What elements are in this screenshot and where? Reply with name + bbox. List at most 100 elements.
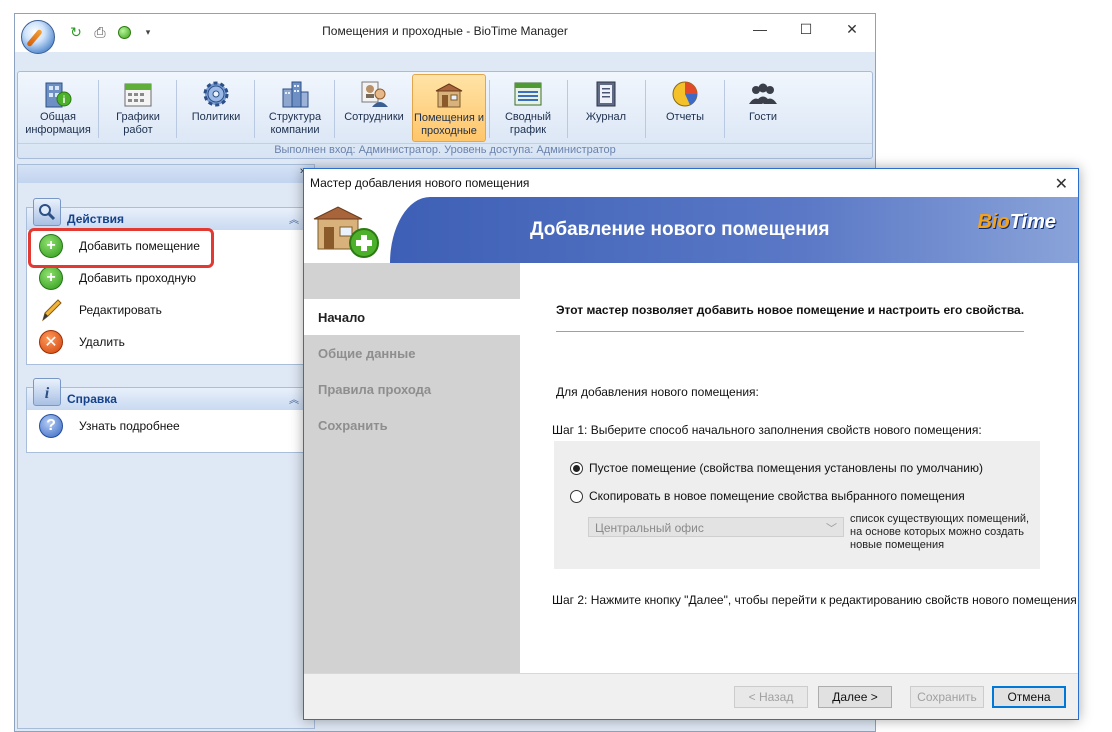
step-general-data[interactable]: Общие данные <box>304 335 520 371</box>
ribbon-guests[interactable]: Гости <box>728 74 798 142</box>
help-group: i Справка ︽ ? Узнать подробнее <box>26 378 306 453</box>
title-bar: ↻ ⎙ ▾ Помещения и проходные - BioTime Ma… <box>15 14 875 54</box>
ribbon-separator <box>645 80 646 138</box>
wizard-banner: Добавление нового помещения BioTime <box>304 197 1078 263</box>
highlight-frame <box>28 228 214 268</box>
actions-group-header[interactable]: Действия ︽ <box>27 198 305 230</box>
search-icon <box>33 198 61 226</box>
house-add-icon <box>312 203 382 259</box>
ribbon-label: Сводный график <box>504 111 552 136</box>
chevron-down-icon: ﹀ <box>826 523 837 535</box>
window-controls: — ☐ ✕ <box>737 14 875 44</box>
ribbon-separator <box>567 80 568 138</box>
learn-more-action[interactable]: ? Узнать подробнее <box>27 410 305 442</box>
help-icon: ? <box>39 414 63 438</box>
delete-action[interactable]: ✕ Удалить <box>27 326 305 358</box>
ribbon-summary-schedule[interactable]: Сводный график <box>492 74 564 142</box>
info-icon: i <box>33 378 61 406</box>
wizard-content: Этот мастер позволяет добавить новое пом… <box>520 263 1078 673</box>
wizard-close-button[interactable]: ✕ <box>1055 174 1068 194</box>
chevron-up-icon[interactable]: ︽ <box>289 211 299 226</box>
intro-text: Этот мастер позволяет добавить новое пом… <box>556 303 1025 317</box>
panel-collapse-button[interactable]: » <box>18 165 314 183</box>
ribbon-label: Журнал <box>585 111 627 123</box>
logo-text: Time <box>1009 211 1056 233</box>
guests-icon <box>746 78 780 110</box>
journal-icon <box>589 78 623 110</box>
login-status: Выполнен вход: Администратор. Уровень до… <box>18 143 872 158</box>
back-button[interactable]: < Назад <box>734 686 808 708</box>
wizard-title-bar: Мастер добавления нового помещения ✕ <box>304 169 1078 197</box>
add-room-wizard: Мастер добавления нового помещения ✕ Доб… <box>303 168 1079 720</box>
wizard-footer: < Назад Далее > Сохранить Отмена <box>304 673 1078 719</box>
ribbon-reports[interactable]: Отчеты <box>648 74 722 142</box>
ribbon: i Общая информация Графики работ Политик… <box>17 71 873 159</box>
ribbon-label: Гости <box>748 111 778 123</box>
wizard-title: Мастер добавления нового помещения <box>310 176 530 190</box>
ribbon-general-info[interactable]: i Общая информация <box>20 74 96 142</box>
ribbon-separator <box>489 80 490 138</box>
radio-unchecked[interactable] <box>570 489 583 503</box>
svg-text:i: i <box>63 95 66 106</box>
gear-icon <box>199 78 233 110</box>
logo-text: Bio <box>977 211 1010 233</box>
cancel-button[interactable]: Отмена <box>992 686 1066 708</box>
company-structure-icon <box>278 78 312 110</box>
radio-checked[interactable] <box>570 461 583 475</box>
ribbon-journal[interactable]: Журнал <box>570 74 642 142</box>
ribbon-separator <box>254 80 255 138</box>
ribbon-company-structure[interactable]: Структура компании <box>258 74 332 142</box>
ribbon-schedules[interactable]: Графики работ <box>102 74 174 142</box>
banner-title: Добавление нового помещения <box>530 219 830 240</box>
calendar-icon <box>121 78 155 110</box>
pencil-icon <box>39 298 63 322</box>
actions-group-title: Действия <box>67 212 125 226</box>
option-copy-room[interactable]: Скопировать в новое помещение свойства в… <box>570 489 965 503</box>
step-access-rules[interactable]: Правила прохода <box>304 371 520 407</box>
fill-options: Пустое помещение (свойства помещения уст… <box>554 441 1040 569</box>
ribbon-employees[interactable]: Сотрудники <box>338 74 410 142</box>
step2-text: Шаг 2: Нажмите кнопку "Далее", чтобы пер… <box>552 593 1077 607</box>
action-label: Добавить проходную <box>79 271 196 285</box>
step-start[interactable]: Начало <box>304 299 520 335</box>
minimize-button[interactable]: — <box>737 14 783 44</box>
source-room-select[interactable]: Центральный офис ﹀ <box>588 517 844 537</box>
ribbon-label: Графики работ <box>116 111 160 136</box>
chevron-up-icon[interactable]: ︽ <box>289 391 299 406</box>
option-label: Скопировать в новое помещение свойства в… <box>589 489 965 503</box>
svg-text:i: i <box>45 385 50 401</box>
help-group-title: Справка <box>67 392 117 406</box>
edit-action[interactable]: Редактировать <box>27 294 305 326</box>
ribbon-label: Помещения и проходные <box>413 112 485 137</box>
add-icon: + <box>39 266 63 290</box>
pie-chart-icon <box>668 78 702 110</box>
ribbon-rooms-and-gates[interactable]: Помещения и проходные <box>412 74 486 142</box>
ribbon-label: Общая информация <box>25 111 91 136</box>
next-button[interactable]: Далее > <box>818 686 892 708</box>
ribbon-separator <box>98 80 99 138</box>
close-button[interactable]: ✕ <box>829 14 875 44</box>
delete-icon: ✕ <box>39 330 63 354</box>
wizard-steps: Начало Общие данные Правила прохода Сохр… <box>304 263 520 673</box>
lead-text: Для добавления нового помещения: <box>556 385 759 399</box>
ribbon-label: Сотрудники <box>344 111 404 123</box>
option-label: Пустое помещение (свойства помещения уст… <box>589 461 983 475</box>
ribbon-separator <box>724 80 725 138</box>
ribbon-separator <box>334 80 335 138</box>
biotime-logo: BioTime <box>977 211 1056 234</box>
select-value: Центральный офис <box>595 521 704 535</box>
step-save[interactable]: Сохранить <box>304 407 520 443</box>
ribbon-policies[interactable]: Политики <box>180 74 252 142</box>
divider <box>556 331 1024 332</box>
maximize-button[interactable]: ☐ <box>783 14 829 44</box>
help-group-header[interactable]: i Справка ︽ <box>27 378 305 410</box>
select-hint: список существующих помещений, на основе… <box>850 513 1030 551</box>
action-label: Удалить <box>79 335 125 349</box>
info-building-icon: i <box>41 78 75 110</box>
option-empty-room[interactable]: Пустое помещение (свойства помещения уст… <box>570 461 983 475</box>
ribbon-label: Структура компании <box>268 111 322 136</box>
save-button[interactable]: Сохранить <box>910 686 984 708</box>
rooms-icon <box>432 79 466 111</box>
action-label: Редактировать <box>79 303 162 317</box>
action-label: Узнать подробнее <box>79 419 180 433</box>
